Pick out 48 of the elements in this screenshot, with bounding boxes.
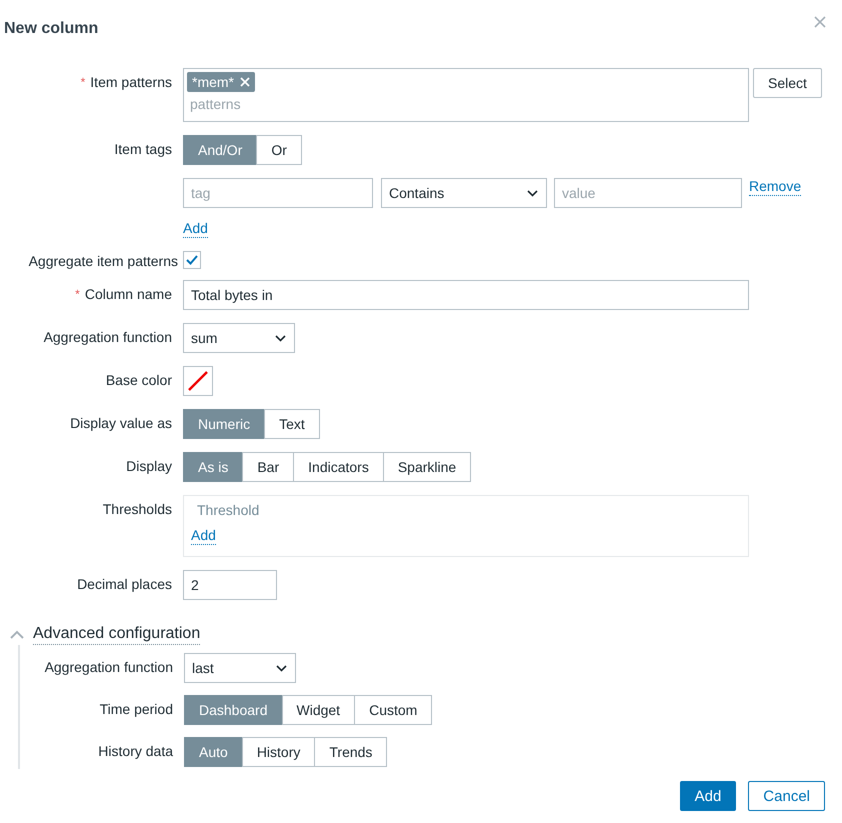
chevron-up-icon[interactable] xyxy=(9,630,25,640)
section-toggle[interactable]: Advanced configuration xyxy=(33,624,200,645)
remove-link[interactable]: Remove xyxy=(749,178,802,196)
color-picker[interactable] xyxy=(183,366,213,396)
field-label: Decimal places xyxy=(77,576,172,592)
chevron-down-icon xyxy=(276,664,287,672)
value-field[interactable]: value xyxy=(554,178,742,208)
chevron-down-icon xyxy=(527,190,538,196)
field-label: Thresholds xyxy=(102,501,172,517)
checkbox[interactable] xyxy=(183,251,201,269)
text-field[interactable]: Total bytes in xyxy=(183,280,749,310)
option-toggle[interactable]: Bar xyxy=(242,452,294,482)
field-label: Display xyxy=(126,458,172,474)
option-toggle[interactable]: Or xyxy=(256,135,302,165)
required-mark: * xyxy=(80,75,86,89)
operator-dropdown[interactable]: Contains xyxy=(381,178,547,208)
add-link[interactable]: Add xyxy=(191,527,216,545)
cancel-button[interactable]: Cancel xyxy=(748,781,825,811)
option-toggle[interactable]: Widget xyxy=(282,695,356,725)
field-label: Item tags xyxy=(114,141,172,157)
field-label: Display value as xyxy=(70,415,172,431)
field-label: Item patterns xyxy=(90,74,172,90)
option-toggle[interactable]: Sparkline xyxy=(382,452,472,482)
field-label: Aggregate item patterns xyxy=(28,253,178,269)
function-dropdown[interactable]: last xyxy=(184,653,296,683)
option-toggle[interactable]: Indicators xyxy=(293,452,384,482)
close-icon[interactable] xyxy=(814,16,826,28)
remove-icon[interactable] xyxy=(240,77,250,87)
function-dropdown[interactable]: sum xyxy=(183,323,295,353)
option-toggle[interactable]: History xyxy=(242,737,316,767)
field-label: History data xyxy=(98,743,173,759)
option-toggle[interactable]: Custom xyxy=(354,695,432,725)
add-link[interactable]: Add xyxy=(183,220,208,238)
option-toggle[interactable]: Text xyxy=(264,409,320,439)
required-mark: * xyxy=(75,287,80,301)
option-toggle[interactable]: Trends xyxy=(314,737,388,767)
tag-field[interactable]: tag xyxy=(183,178,373,208)
field-label: Column name xyxy=(84,286,172,302)
field-label: Time period xyxy=(100,701,173,717)
dialog-title: New column xyxy=(4,20,98,38)
select-button[interactable]: Select xyxy=(753,68,822,98)
field-label: Aggregation function xyxy=(44,329,172,345)
field-label: Base color xyxy=(106,372,172,388)
number-field[interactable]: 2 xyxy=(183,570,277,600)
add-button[interactable]: Add xyxy=(680,781,736,811)
chevron-down-icon xyxy=(275,334,286,342)
field-label: Aggregation function xyxy=(44,659,173,675)
column-header: Threshold xyxy=(196,502,260,518)
